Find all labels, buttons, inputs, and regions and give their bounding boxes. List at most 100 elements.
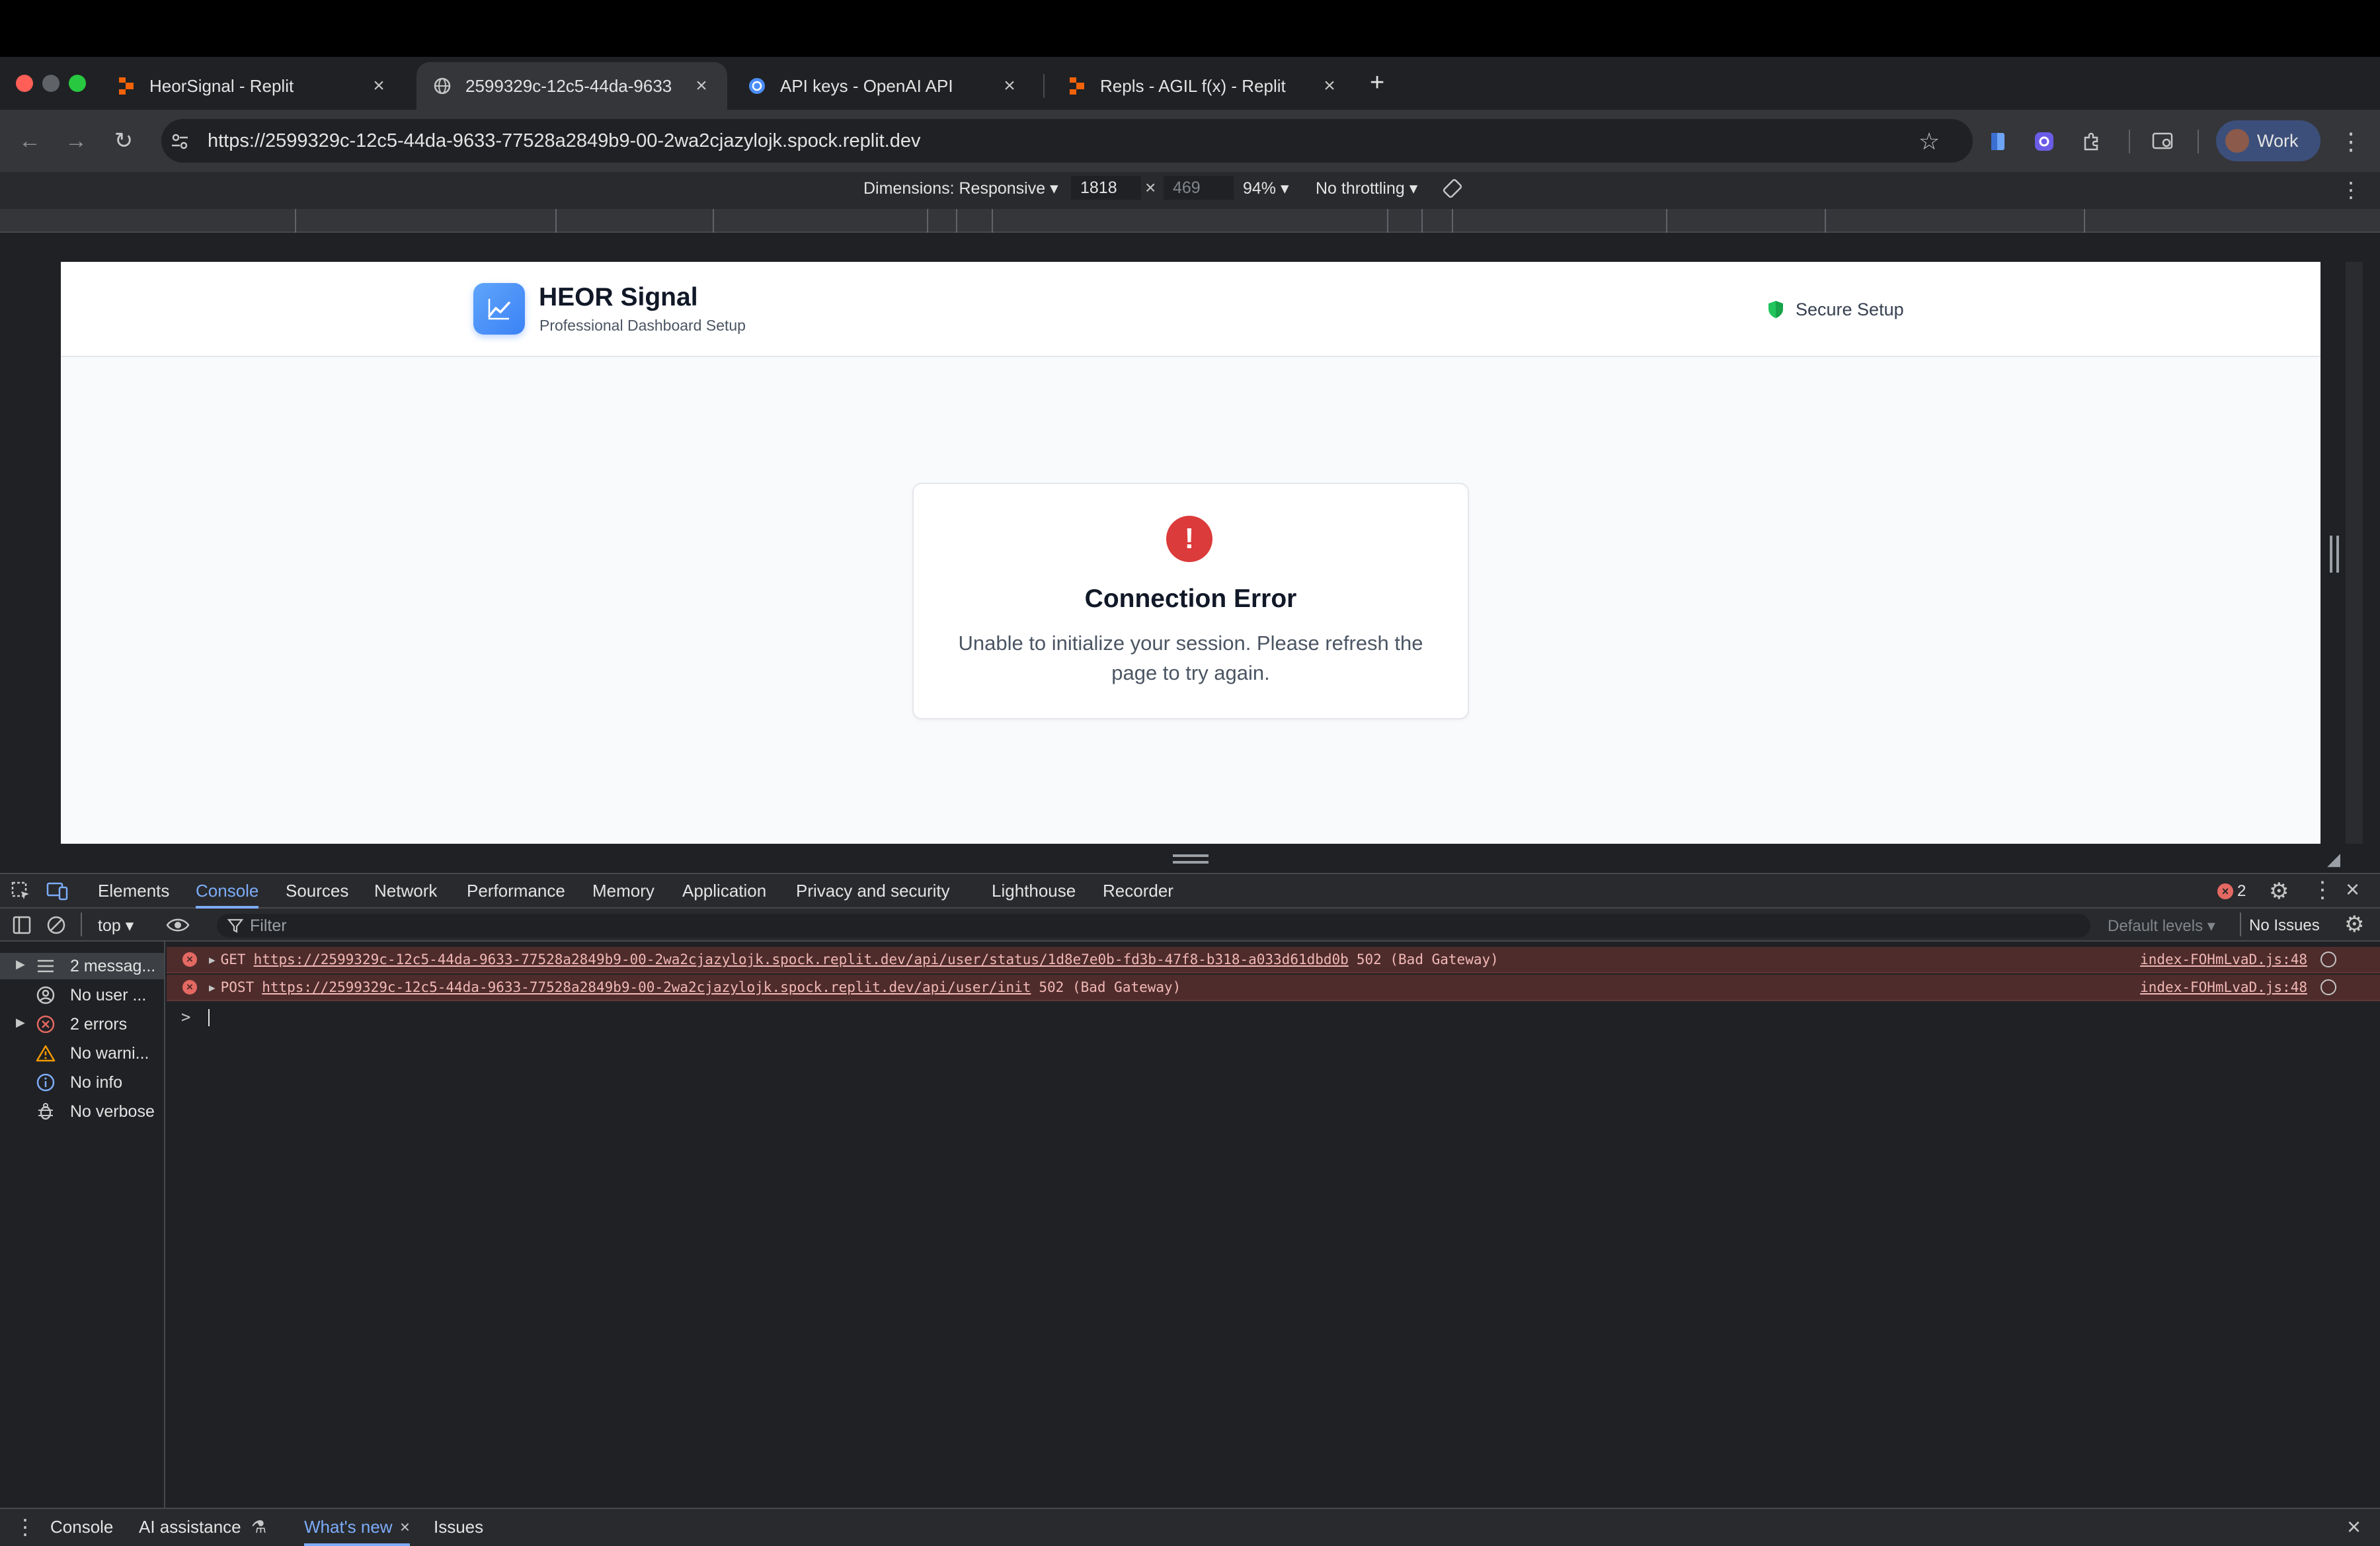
settings-gear-icon[interactable]: ⚙ bbox=[2269, 878, 2289, 905]
close-icon[interactable]: × bbox=[1320, 75, 1339, 97]
inspect-element-icon[interactable] bbox=[11, 881, 32, 902]
throttling-select[interactable]: No throttling ▾ bbox=[1316, 179, 1417, 198]
width-input[interactable]: 1818 bbox=[1071, 176, 1141, 200]
tab-performance[interactable]: Performance bbox=[467, 873, 565, 909]
browser-tab-heorsignal[interactable]: HeorSignal - Replit × bbox=[100, 62, 405, 110]
tab-network[interactable]: Network bbox=[374, 873, 437, 909]
tab-sources[interactable]: Sources bbox=[286, 873, 348, 909]
ruler-tick bbox=[555, 209, 557, 233]
device-more-icon[interactable]: ⋮ bbox=[2340, 177, 2361, 202]
user-icon bbox=[34, 984, 57, 1006]
extension-icon[interactable] bbox=[1983, 127, 2012, 156]
tab-application[interactable]: Application bbox=[682, 873, 766, 909]
cast-search-icon[interactable] bbox=[2149, 127, 2178, 156]
console-settings-gear-icon[interactable]: ⚙ bbox=[2344, 911, 2364, 938]
tab-memory[interactable]: Memory bbox=[592, 873, 654, 909]
tab-console[interactable]: Console bbox=[196, 873, 259, 909]
tab-title: Repls - AGIL f(x) - Replit bbox=[1100, 75, 1286, 96]
sidebar-item-label: 2 messag... bbox=[70, 956, 156, 975]
request-url-link[interactable]: https://2599329c-12c5-44da-9633-77528a28… bbox=[262, 979, 1031, 995]
tab-title: HeorSignal - Replit bbox=[149, 75, 294, 96]
more-vertical-icon[interactable]: ⋮ bbox=[2336, 127, 2365, 156]
window-top-bar bbox=[0, 0, 2380, 57]
close-icon[interactable]: × bbox=[369, 75, 389, 97]
minimize-window-button[interactable] bbox=[42, 75, 60, 92]
expand-arrow-icon[interactable]: ▶ bbox=[16, 1016, 25, 1030]
drawer-menu-icon[interactable]: ⋮ bbox=[15, 1514, 36, 1539]
bookmark-star-icon[interactable]: ☆ bbox=[1915, 127, 1944, 156]
browser-tab-active[interactable]: 2599329c-12c5-44da-9633 × bbox=[416, 62, 727, 110]
issues-counter[interactable]: No Issues bbox=[2249, 916, 2320, 935]
drawer-tab-issues[interactable]: Issues bbox=[434, 1508, 483, 1546]
sidebar-item-warnings[interactable]: No warni... bbox=[34, 1040, 149, 1067]
sidebar-item-verbose[interactable]: No verbose bbox=[34, 1098, 155, 1125]
resize-handle-bottom[interactable] bbox=[1173, 854, 1209, 864]
new-tab-button[interactable]: + bbox=[1370, 69, 1384, 97]
drawer-tab-console[interactable]: Console bbox=[50, 1508, 113, 1546]
sidebar-item-user-messages[interactable]: No user ... bbox=[34, 982, 146, 1008]
rotate-icon[interactable] bbox=[1441, 177, 1464, 200]
source-link[interactable]: index-FOHmLvaD.js:48 bbox=[2140, 979, 2307, 995]
sidebar-item-info[interactable]: No info bbox=[34, 1069, 122, 1096]
reload-icon[interactable]: ↻ bbox=[108, 126, 139, 156]
alert-icon: ! bbox=[1166, 516, 1212, 562]
drawer-tab-ai-assistance[interactable]: AI assistance ⚗ bbox=[139, 1508, 266, 1546]
log-levels-select[interactable]: Default levels ▾ bbox=[2108, 916, 2215, 936]
maximize-window-button[interactable] bbox=[69, 75, 86, 92]
expand-arrow-icon[interactable]: ▶ bbox=[16, 957, 25, 971]
browser-tab-openai[interactable]: API keys - OpenAI API × bbox=[731, 62, 1035, 110]
extensions-puzzle-icon[interactable] bbox=[2077, 127, 2106, 156]
console-error-row[interactable]: × ▶ GET https://2599329c-12c5-44da-9633-… bbox=[167, 947, 2380, 973]
resize-corner-icon[interactable]: ◢ bbox=[2327, 849, 2344, 869]
site-settings-icon[interactable] bbox=[167, 128, 193, 155]
source-link[interactable]: index-FOHmLvaD.js:48 bbox=[2140, 952, 2307, 967]
dimensions-select[interactable]: Dimensions: Responsive ▾ bbox=[863, 179, 1058, 198]
expand-arrow-icon[interactable]: ▶ bbox=[209, 954, 216, 966]
tab-lighthouse[interactable]: Lighthouse bbox=[992, 873, 1076, 909]
close-drawer-icon[interactable]: × bbox=[2347, 1513, 2361, 1541]
expand-arrow-icon[interactable]: ▶ bbox=[209, 981, 216, 994]
ruler-tick bbox=[295, 209, 296, 233]
sidebar-item-messages[interactable]: 2 messag... bbox=[34, 953, 155, 979]
error-icon bbox=[34, 1013, 57, 1036]
console-error-row[interactable]: × ▶ POST https://2599329c-12c5-44da-9633… bbox=[167, 975, 2380, 1001]
ruler-tick bbox=[1825, 209, 1826, 233]
tab-elements[interactable]: Elements bbox=[98, 873, 169, 909]
sidebar-toggle-icon[interactable] bbox=[12, 915, 32, 935]
tab-privacy-security[interactable]: Privacy and security bbox=[796, 873, 950, 909]
back-icon[interactable]: ← bbox=[15, 126, 45, 156]
console-filter-input[interactable]: Filter bbox=[217, 914, 2090, 938]
tab-recorder[interactable]: Recorder bbox=[1103, 873, 1173, 909]
forward-icon[interactable]: → bbox=[61, 126, 91, 156]
devtools-more-icon[interactable]: ⋮ bbox=[2311, 877, 2334, 903]
resize-handle-right[interactable] bbox=[2330, 536, 2339, 573]
height-input[interactable]: 469 bbox=[1164, 176, 1234, 200]
profile-button[interactable]: Work bbox=[2216, 120, 2320, 161]
globe-icon[interactable] bbox=[2320, 952, 2336, 967]
console-prompt[interactable]: > bbox=[181, 1008, 210, 1026]
sidebar-item-errors[interactable]: 2 errors bbox=[34, 1011, 127, 1037]
request-url-link[interactable]: https://2599329c-12c5-44da-9633-77528a28… bbox=[254, 952, 1349, 967]
close-icon[interactable]: × bbox=[400, 1517, 410, 1537]
shield-icon bbox=[1768, 301, 1783, 318]
close-icon[interactable]: × bbox=[692, 75, 711, 97]
chevron-down-icon: ▾ bbox=[2207, 917, 2215, 935]
sidebar-item-label: No info bbox=[70, 1073, 123, 1092]
error-icon: × bbox=[182, 952, 197, 967]
sidebar-item-label: No user ... bbox=[70, 985, 147, 1004]
throttling-label: No throttling bbox=[1316, 179, 1405, 198]
clear-console-icon[interactable] bbox=[46, 915, 66, 935]
live-expression-eye-icon[interactable] bbox=[165, 915, 190, 935]
zoom-select[interactable]: 94% ▾ bbox=[1243, 179, 1289, 198]
bug-icon bbox=[34, 1100, 57, 1123]
error-counter[interactable]: × 2 bbox=[2217, 882, 2246, 901]
browser-tab-repls[interactable]: Repls - AGIL f(x) - Replit × bbox=[1051, 62, 1355, 110]
globe-icon[interactable] bbox=[2320, 979, 2336, 995]
close-devtools-icon[interactable]: × bbox=[2346, 875, 2360, 903]
extension-gear-icon[interactable] bbox=[2030, 127, 2059, 156]
close-icon[interactable]: × bbox=[1000, 75, 1019, 97]
context-select[interactable]: top ▾ bbox=[98, 916, 134, 936]
drawer-tab-whats-new[interactable]: What's new × bbox=[304, 1508, 410, 1546]
device-toolbar-toggle-icon[interactable] bbox=[46, 881, 69, 902]
close-window-button[interactable] bbox=[16, 75, 33, 92]
